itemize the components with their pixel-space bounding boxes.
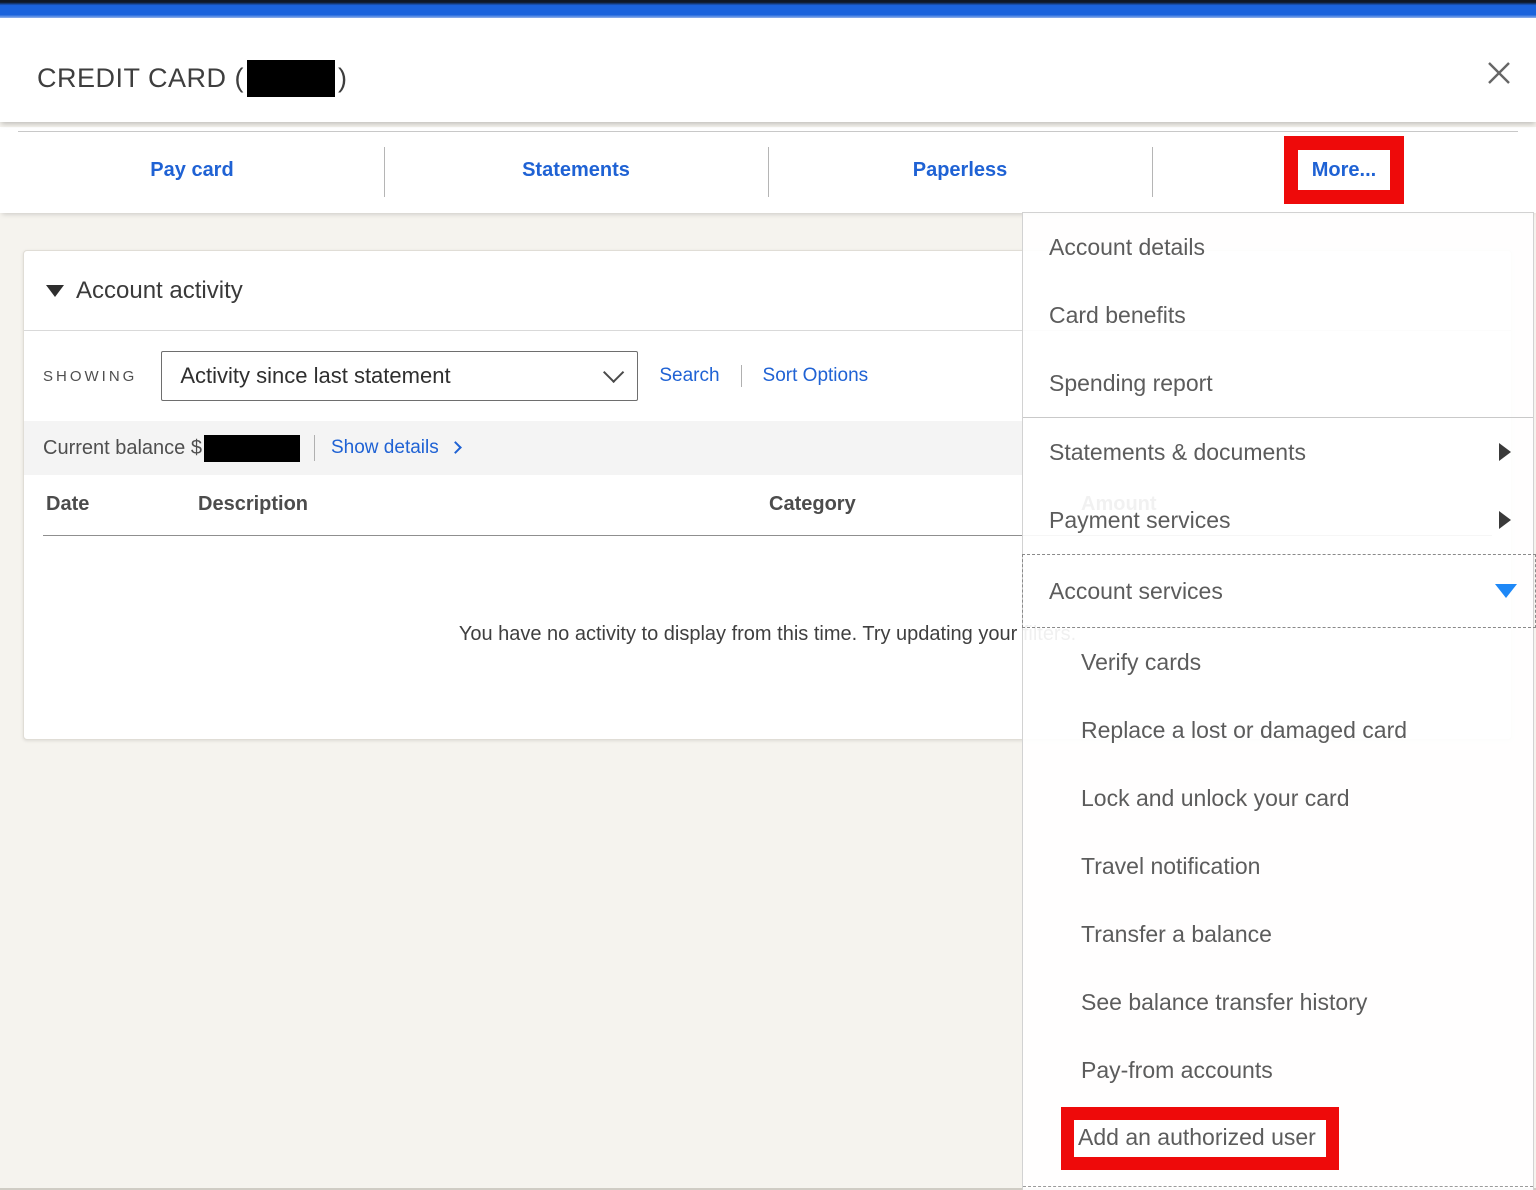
menu-item-account-details[interactable]: Account details	[1023, 213, 1533, 281]
menu-item-statements-documents[interactable]: Statements & documents	[1023, 418, 1533, 486]
menu-item-transfer-balance[interactable]: Transfer a balance	[1023, 900, 1533, 968]
menu-item-card-benefits[interactable]: Card benefits	[1023, 281, 1533, 349]
column-header-description: Description	[198, 493, 309, 515]
annotation-box-more: More...	[1283, 136, 1405, 204]
expand-triangle-icon	[1495, 584, 1517, 598]
show-details-link[interactable]: Show details	[331, 437, 462, 459]
showing-label: SHOWING	[43, 367, 138, 385]
chevron-right-icon	[448, 441, 462, 454]
activity-filter-select[interactable]: Activity since last statement	[161, 351, 639, 401]
column-header-date: Date	[46, 493, 90, 515]
menu-item-account-services[interactable]: Account services	[1022, 554, 1536, 628]
current-balance-label: Current balance	[43, 436, 186, 459]
credit-card-modal: CREDIT CARD () Pay card Statements Paper…	[0, 0, 1536, 1190]
menu-item-verify-cards[interactable]: Verify cards	[1023, 628, 1533, 696]
tab-statements-label: Statements	[522, 158, 630, 181]
menu-item-add-authorized-user[interactable]: Add an authorized user	[1023, 1104, 1533, 1172]
tab-paperless-label: Paperless	[912, 158, 1008, 181]
page-title: CREDIT CARD ()	[37, 60, 348, 97]
close-button[interactable]	[1476, 50, 1522, 96]
tab-paperless[interactable]: Paperless	[768, 127, 1152, 213]
menu-item-payment-services[interactable]: Payment services	[1023, 486, 1533, 554]
flyout-arrow-icon	[1499, 511, 1511, 529]
tab-pay-card[interactable]: Pay card	[0, 127, 384, 213]
sort-options-link[interactable]: Sort Options	[763, 365, 869, 387]
redacted-card-number	[247, 60, 336, 97]
title-text-prefix: CREDIT CARD (	[37, 63, 245, 93]
tab-more[interactable]: More...	[1152, 127, 1536, 213]
divider	[314, 435, 315, 461]
flyout-arrow-icon	[1499, 443, 1511, 461]
tab-statements[interactable]: Statements	[384, 127, 768, 213]
column-header-category: Category	[769, 493, 856, 515]
redacted-balance	[204, 434, 300, 462]
currency-symbol: $	[190, 436, 202, 459]
menu-item-balance-transfer-history[interactable]: See balance transfer history	[1023, 968, 1533, 1036]
menu-item-pay-from-accounts[interactable]: Pay-from accounts	[1023, 1036, 1533, 1104]
section-title: Account activity	[76, 276, 243, 304]
modal-title-bar: CREDIT CARD ()	[0, 18, 1536, 122]
more-dropdown-menu: Account details Card benefits Spending r…	[1022, 212, 1536, 1190]
menu-item-travel-notification[interactable]: Travel notification	[1023, 832, 1533, 900]
menu-item-spending-report[interactable]: Spending report	[1023, 349, 1533, 417]
close-icon	[1484, 58, 1514, 88]
tab-pay-card-label: Pay card	[150, 158, 234, 181]
browser-top-bar	[0, 0, 1536, 18]
tab-bar: Pay card Statements Paperless More...	[0, 127, 1536, 213]
tab-more-label: More...	[1311, 159, 1377, 181]
activity-filter-value: Activity since last statement	[180, 363, 451, 388]
chevron-down-icon	[603, 361, 625, 383]
menu-item-lock-unlock-card[interactable]: Lock and unlock your card	[1023, 764, 1533, 832]
collapse-triangle-icon[interactable]	[46, 284, 64, 297]
title-text-suffix: )	[338, 63, 348, 93]
menu-item-replace-card[interactable]: Replace a lost or damaged card	[1023, 696, 1533, 764]
divider	[740, 365, 742, 387]
search-link[interactable]: Search	[659, 365, 719, 387]
annotation-box-add-authorized-user: Add an authorized user	[1061, 1106, 1339, 1170]
